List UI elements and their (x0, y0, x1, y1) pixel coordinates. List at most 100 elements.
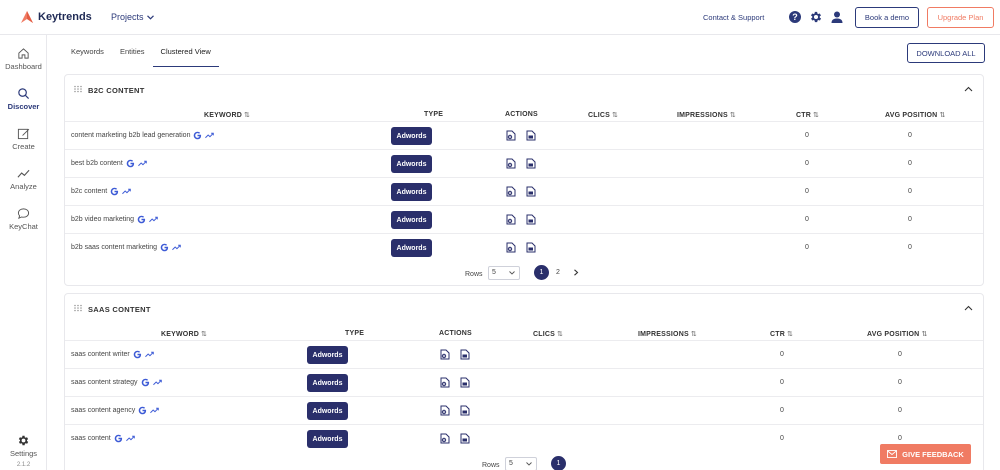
avg-position-value: 0 (898, 435, 902, 442)
page-button-2[interactable]: 2 (556, 269, 560, 276)
google-icon[interactable] (137, 215, 146, 224)
column-header-type: TYPE (424, 111, 444, 118)
sidebar-item-analyze[interactable]: Analyze (0, 167, 47, 191)
page-button-1[interactable]: 1 (551, 456, 566, 470)
user-icon[interactable] (830, 10, 844, 24)
top-bar: Keytrends Projects Contact & Support ? B… (0, 0, 1000, 35)
document-icon[interactable] (526, 158, 536, 169)
column-header-impressions[interactable]: IMPRESSIONS ⇅ (677, 111, 736, 119)
keytrends-logo-icon (21, 11, 33, 23)
chevron-down-icon (509, 271, 515, 275)
document-icon[interactable] (526, 214, 536, 225)
column-header-clics[interactable]: CLICS ⇅ (588, 111, 618, 119)
keyword-text[interactable]: saas content (71, 435, 111, 442)
keyword-text[interactable]: b2c content (71, 188, 107, 195)
table-row: b2b saas content marketing Adwords 0 0 (65, 233, 983, 261)
tab-keywords[interactable]: Keywords (63, 40, 112, 67)
chart-icon (17, 169, 30, 178)
trend-icon[interactable] (149, 216, 158, 223)
tab-entities[interactable]: Entities (112, 40, 153, 67)
trend-icon[interactable] (122, 188, 131, 195)
trend-icon[interactable] (205, 132, 215, 139)
sidebar-item-discover[interactable]: Discover (0, 87, 47, 111)
column-header-ctr[interactable]: CTR ⇅ (770, 330, 793, 338)
edit-icon (17, 128, 30, 140)
google-icon[interactable] (126, 159, 135, 168)
trend-icon[interactable] (152, 379, 162, 386)
gear-icon[interactable] (809, 10, 823, 24)
trend-icon[interactable] (172, 244, 181, 251)
sidebar-item-dashboard[interactable]: Dashboard (0, 47, 47, 71)
type-badge: Adwords (307, 346, 348, 364)
add-document-icon[interactable] (440, 349, 450, 360)
gear-icon (18, 435, 29, 446)
add-document-icon[interactable] (440, 433, 450, 444)
sort-icon: ⇅ (787, 331, 794, 338)
add-document-icon[interactable] (506, 214, 516, 225)
table-row: saas content strategy Adwords 0 0 (65, 368, 983, 396)
drag-handle-icon[interactable] (74, 85, 82, 93)
google-icon[interactable] (141, 378, 150, 387)
add-document-icon[interactable] (440, 377, 450, 388)
column-header-impressions[interactable]: IMPRESSIONS ⇅ (638, 330, 697, 338)
google-icon[interactable] (133, 350, 142, 359)
give-feedback-button[interactable]: GIVE FEEDBACK (880, 444, 971, 464)
add-document-icon[interactable] (506, 158, 516, 169)
document-icon[interactable] (460, 377, 470, 388)
add-document-icon[interactable] (506, 186, 516, 197)
keyword-text[interactable]: best b2b content (71, 160, 123, 167)
google-icon[interactable] (110, 187, 119, 196)
trend-icon[interactable] (125, 435, 135, 442)
google-icon[interactable] (114, 434, 123, 443)
trend-icon[interactable] (150, 407, 159, 414)
rows-per-page-select[interactable]: 5 (505, 457, 537, 470)
document-icon[interactable] (526, 186, 536, 197)
tab-clustered-view[interactable]: Clustered View (152, 40, 219, 67)
column-header-keyword[interactable]: KEYWORD ⇅ (204, 111, 250, 119)
keyword-text[interactable]: saas content agency (71, 407, 135, 414)
book-demo-button[interactable]: Book a demo (855, 7, 919, 28)
keyword-text[interactable]: saas content writer (71, 351, 130, 358)
keyword-text[interactable]: b2b saas content marketing (71, 244, 157, 251)
document-icon[interactable] (526, 130, 536, 141)
column-header-clics[interactable]: CLICS ⇅ (533, 330, 563, 338)
rows-per-page-select[interactable]: 5 (488, 266, 520, 280)
column-header-avg-position[interactable]: AVG POSITION ⇅ (867, 330, 928, 338)
sidebar-item-keychat[interactable]: KeyChat (0, 207, 47, 231)
upgrade-plan-button[interactable]: Upgrade Plan (927, 7, 994, 28)
add-document-icon[interactable] (506, 242, 516, 253)
column-header-ctr[interactable]: CTR ⇅ (796, 111, 819, 119)
google-icon[interactable] (193, 131, 202, 140)
trend-icon[interactable] (137, 160, 147, 167)
chevron-up-icon[interactable] (964, 304, 973, 312)
ctr-value: 0 (780, 435, 784, 442)
contact-support-link[interactable]: Contact & Support (703, 13, 764, 22)
document-icon[interactable] (460, 349, 470, 360)
keyword-text[interactable]: b2b video marketing (71, 216, 134, 223)
chevron-right-icon[interactable] (573, 269, 579, 276)
projects-dropdown[interactable]: Projects (111, 12, 154, 22)
add-document-icon[interactable] (506, 130, 516, 141)
document-icon[interactable] (460, 433, 470, 444)
add-document-icon[interactable] (440, 405, 450, 416)
column-header-avg-position[interactable]: AVG POSITION ⇅ (885, 111, 946, 119)
keyword-text[interactable]: content marketing b2b lead generation (71, 132, 190, 139)
chevron-up-icon[interactable] (964, 85, 973, 93)
help-icon[interactable]: ? (789, 11, 801, 23)
document-icon[interactable] (460, 405, 470, 416)
sidebar-item-create[interactable]: Create (0, 127, 47, 151)
trend-icon[interactable] (144, 351, 154, 358)
type-badge: Adwords (307, 374, 348, 392)
google-icon[interactable] (160, 243, 169, 252)
brand-logo[interactable]: Keytrends (20, 10, 92, 24)
sidebar-item-settings[interactable]: Settings (0, 434, 47, 458)
give-feedback-label: GIVE FEEDBACK (902, 449, 964, 459)
download-all-button[interactable]: DOWNLOAD ALL (907, 43, 985, 63)
type-badge: Adwords (391, 155, 432, 173)
page-button-1[interactable]: 1 (534, 265, 549, 280)
column-header-keyword[interactable]: KEYWORD ⇅ (161, 330, 207, 338)
document-icon[interactable] (526, 242, 536, 253)
keyword-text[interactable]: saas content strategy (71, 379, 138, 386)
google-icon[interactable] (138, 406, 147, 415)
drag-handle-icon[interactable] (74, 304, 82, 312)
